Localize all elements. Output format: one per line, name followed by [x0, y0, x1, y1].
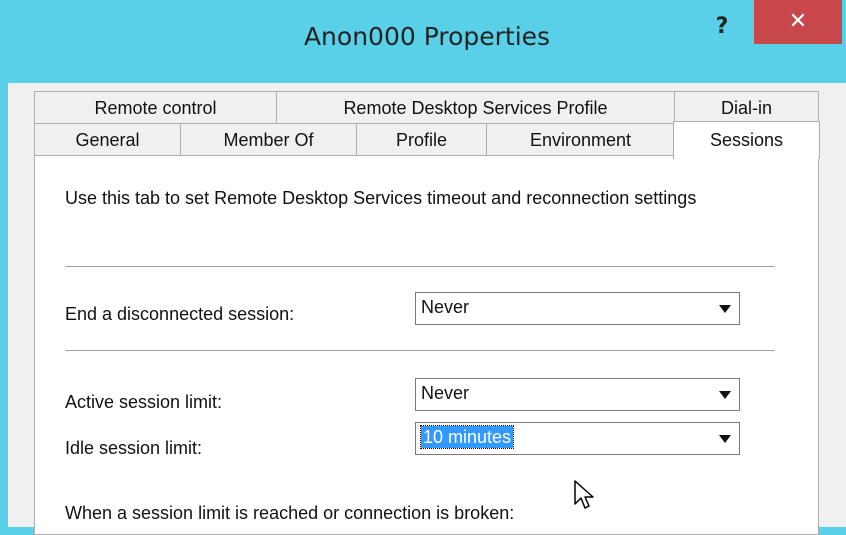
close-button[interactable]: ✕: [754, 0, 842, 44]
sessions-panel: Use this tab to set Remote Desktop Servi…: [34, 155, 819, 535]
close-icon[interactable]: ✕: [789, 9, 807, 34]
end-disconnected-label: End a disconnected session:: [65, 304, 295, 324]
properties-window: Anon000 Properties ? ✕ Remote control Re…: [8, 0, 846, 535]
tab-profile[interactable]: Profile: [356, 123, 487, 156]
idle-limit-select[interactable]: 10 minutes: [415, 422, 740, 455]
active-limit-value: Never: [421, 383, 470, 403]
dropdown-arrow-icon[interactable]: [715, 298, 735, 319]
separator: [65, 266, 775, 268]
active-limit-label: Active session limit:: [65, 392, 223, 412]
idle-limit-label: Idle session limit:: [65, 438, 203, 458]
tab-sessions[interactable]: Sessions: [673, 121, 820, 159]
separator: [65, 350, 775, 352]
tab-environment[interactable]: Environment: [486, 123, 675, 156]
end-disconnected-value: Never: [421, 297, 470, 317]
mouse-cursor-icon: [574, 480, 594, 509]
dropdown-arrow-icon[interactable]: [715, 384, 735, 405]
limit-reached-label: When a session limit is reached or conne…: [65, 503, 515, 523]
dialog-body: Remote control Remote Desktop Services P…: [8, 83, 846, 535]
idle-limit-value: 10 minutes: [419, 425, 515, 449]
tab-remote-desktop-services-profile[interactable]: Remote Desktop Services Profile: [276, 91, 675, 124]
sessions-description: Use this tab to set Remote Desktop Servi…: [65, 188, 697, 208]
active-limit-select[interactable]: Never: [415, 378, 740, 411]
dropdown-arrow-icon[interactable]: [715, 428, 735, 449]
end-disconnected-select[interactable]: Never: [415, 292, 740, 325]
tab-remote-control[interactable]: Remote control: [34, 91, 277, 124]
tab-member-of[interactable]: Member Of: [180, 123, 357, 156]
tab-dial-in[interactable]: Dial-in: [674, 91, 819, 124]
help-button[interactable]: ?: [702, 12, 742, 48]
title-bar[interactable]: Anon000 Properties ? ✕: [8, 0, 846, 83]
tab-general[interactable]: General: [34, 123, 181, 156]
